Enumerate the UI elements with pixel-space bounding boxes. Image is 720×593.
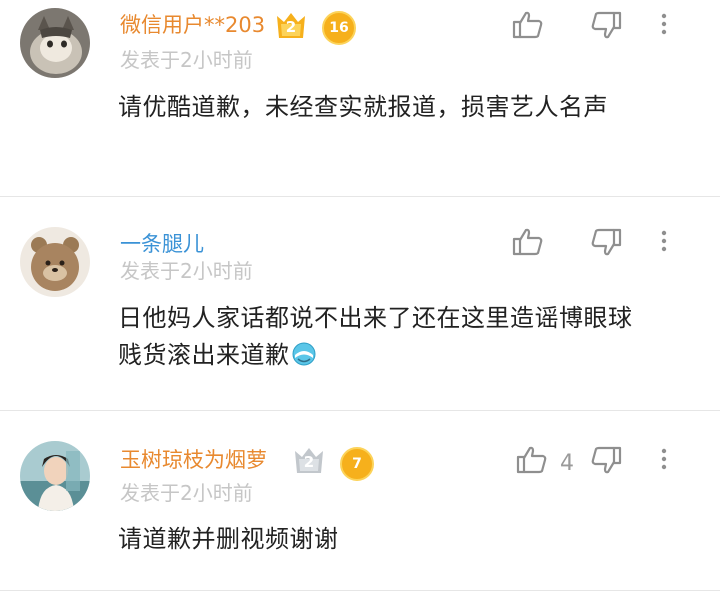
username[interactable]: 一条腿儿	[120, 231, 204, 257]
dislike-icon[interactable]	[590, 227, 622, 261]
username[interactable]: 微信用户**203	[120, 12, 265, 38]
fans-level-badge: 7	[340, 447, 374, 481]
user-level-number: 2	[303, 453, 315, 471]
comment-item: 一条腿儿 发表于2小时前 日他妈人家话都说不出来了还在这里造谣博眼球 贱货滚出来…	[0, 197, 720, 410]
user-level-number: 2	[285, 18, 297, 36]
more-icon[interactable]	[660, 10, 668, 42]
comment-item: 微信用户**203 2 16 发表于2小时前 请优酷道歉，未经查实就报道，损害艺…	[0, 0, 720, 196]
comment-text: 日他妈人家话都说不出来了还在这里造谣博眼球 贱货滚出来道歉	[118, 300, 658, 374]
like-icon[interactable]	[516, 445, 548, 479]
emoji-icon	[292, 340, 316, 366]
dislike-icon[interactable]	[590, 10, 622, 44]
avatar[interactable]	[20, 227, 90, 297]
fans-level-badge: 16	[322, 11, 356, 45]
comment-actions	[480, 10, 720, 50]
comment-item: 玉树琼枝为烟萝 2 7 发表于2小时前 请道歉并删视频谢谢 4	[0, 411, 720, 593]
user-level-badge: 2	[274, 10, 308, 42]
post-time: 发表于2小时前	[120, 259, 253, 283]
comment-text-content: 日他妈人家话都说不出来了还在这里造谣博眼球 贱货滚出来道歉	[118, 304, 633, 369]
user-level-badge: 2	[292, 445, 326, 477]
like-icon[interactable]	[512, 227, 544, 261]
post-time: 发表于2小时前	[120, 48, 253, 72]
post-time: 发表于2小时前	[120, 481, 253, 505]
avatar[interactable]	[20, 8, 90, 78]
comment-text: 请道歉并删视频谢谢	[118, 525, 339, 553]
like-count: 4	[560, 451, 574, 476]
username[interactable]: 玉树琼枝为烟萝	[120, 447, 267, 473]
more-icon[interactable]	[660, 445, 668, 477]
avatar[interactable]	[20, 441, 90, 511]
comment-text: 请优酷道歉，未经查实就报道，损害艺人名声	[118, 93, 608, 121]
like-icon[interactable]	[512, 10, 544, 44]
divider	[0, 590, 720, 591]
comment-actions	[480, 227, 720, 267]
dislike-icon[interactable]	[590, 445, 622, 479]
fans-level-number: 16	[329, 20, 349, 36]
fans-level-number: 7	[352, 456, 362, 472]
more-icon[interactable]	[660, 227, 668, 259]
comment-actions: 4	[480, 445, 720, 485]
